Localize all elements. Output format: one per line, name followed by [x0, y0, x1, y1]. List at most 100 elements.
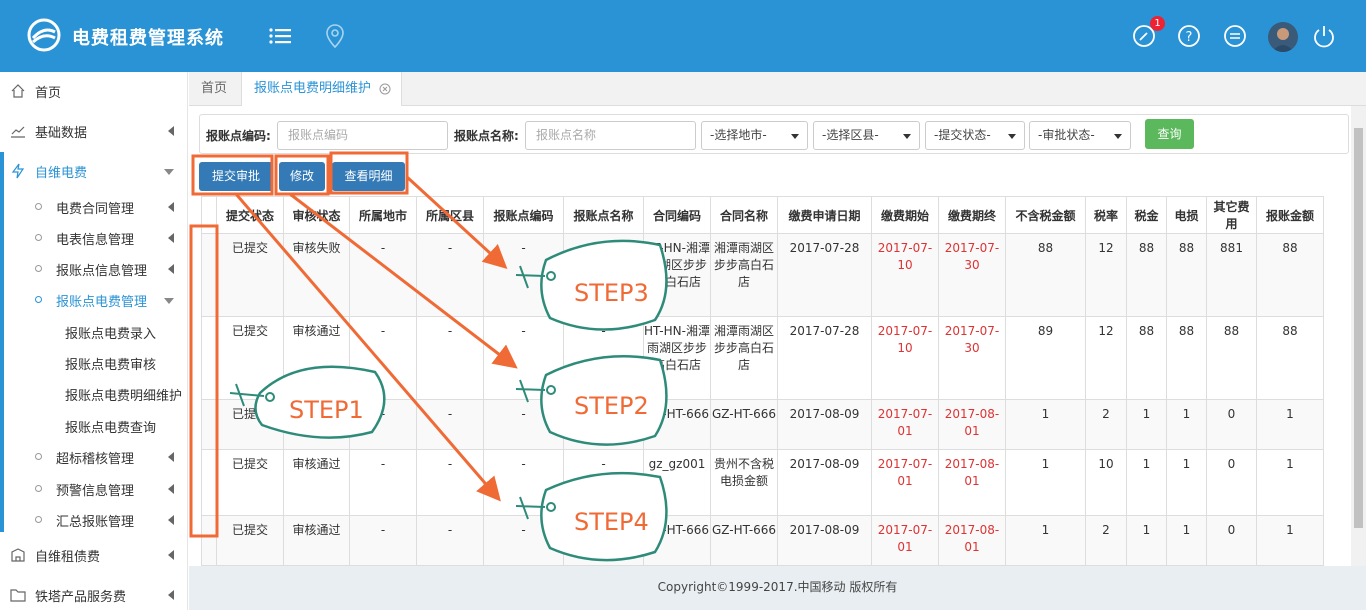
- main-content: 报账点编码: 报账点编码 报账点名称: 报账点名称 -选择地市- -选择区县- …: [189, 106, 1366, 566]
- column-header: 电损: [1166, 196, 1207, 234]
- switch-icon[interactable]: [1221, 22, 1249, 50]
- sidebar-item-contract-mgmt[interactable]: 电费合同管理: [0, 190, 188, 224]
- table-cell: -: [349, 449, 417, 516]
- caret-left-icon: [168, 590, 174, 600]
- table-cell: 88: [1206, 316, 1257, 400]
- sidebar-item-point-fee-mgmt[interactable]: 报账点电费管理: [0, 283, 188, 317]
- help-icon[interactable]: ?: [1175, 22, 1203, 50]
- sidebar-item-rent-fee[interactable]: 自维租债费: [0, 538, 188, 572]
- code-input[interactable]: 报账点编码: [277, 121, 448, 150]
- table-cell: GZ-HT-666: [710, 399, 778, 450]
- table-cell: 2017-08-09: [777, 399, 872, 450]
- sidebar-item-self-maintained-electricity[interactable]: 自维电费: [0, 154, 188, 188]
- svg-text:?: ?: [1186, 30, 1193, 45]
- table-cell: 0: [1206, 449, 1257, 516]
- table-cell: -: [416, 515, 484, 566]
- row-checkbox[interactable]: [201, 316, 217, 400]
- sidebar-item-label: 报账点电费查询: [65, 420, 157, 436]
- caret-down-icon: [164, 298, 174, 304]
- sidebar-item-label: 汇总报账管理: [56, 514, 135, 530]
- table-cell: -: [416, 399, 484, 450]
- sidebar-item-audit-mgmt[interactable]: 超标稽核管理: [0, 440, 188, 474]
- table-cell: GZ-HT-666: [643, 515, 711, 566]
- caret-left-icon: [168, 264, 174, 274]
- table-cell: -: [563, 233, 644, 317]
- caret-left-icon: [168, 452, 174, 462]
- sidebar-item-tower-service-fee[interactable]: 铁塔产品服务费: [0, 578, 188, 612]
- table-cell: 2017-07-01: [871, 399, 939, 450]
- column-header: 所属地市: [349, 196, 417, 234]
- table-cell: 审核通过: [283, 515, 350, 566]
- row-checkbox[interactable]: [201, 449, 217, 516]
- sidebar-item-label: 报账点电费录入: [65, 326, 157, 342]
- table-cell: 2017-08-09: [777, 515, 872, 566]
- query-button[interactable]: 查询: [1145, 119, 1194, 149]
- column-header: 缴费期终: [938, 196, 1006, 234]
- table-cell: -: [563, 316, 644, 400]
- table-row[interactable]: 已提交 审核通过 - - - - GZ-HT-666 GZ-HT-666 2017-08-09 2…: [201, 515, 1324, 566]
- sidebar-item-label: 报账点电费明细维护: [65, 388, 183, 404]
- county-select[interactable]: -选择区县-: [813, 121, 920, 150]
- vertical-scrollbar[interactable]: [1351, 106, 1366, 566]
- sidebar-item-home[interactable]: 首页: [0, 74, 188, 108]
- table-row[interactable]: 已提交 审核失败 - - - - HT-HN-湘潭雨湖区步步高白石店 湘潭雨湖区步步高白石店 2…: [201, 233, 1324, 317]
- table-cell: 2017-07-10: [871, 233, 939, 317]
- row-checkbox[interactable]: [201, 515, 217, 566]
- table-cell: 1: [1166, 515, 1207, 566]
- table-cell: -: [349, 399, 417, 450]
- table-row[interactable]: 已提交 审核通过 - - - - gz_gz001 贵州不含税电损金额 2017-08-09 20…: [201, 449, 1324, 516]
- caret-left-icon: [168, 484, 174, 494]
- checkbox-header[interactable]: [201, 196, 217, 234]
- sidebar-item-fee-query[interactable]: 报账点电费查询: [0, 409, 188, 443]
- table-row[interactable]: 已提交 审核通过 - - - - GZ-HT-666 GZ-HT-666 2017-08-09 2…: [201, 399, 1324, 450]
- tab-home[interactable]: 首页: [189, 72, 239, 106]
- app-title: 电费租费管理系统: [72, 28, 224, 49]
- table-cell: 已提交: [216, 316, 284, 400]
- table-cell: 1: [1126, 515, 1167, 566]
- china-mobile-logo: [27, 18, 61, 52]
- scrollbar-thumb[interactable]: [1354, 128, 1363, 528]
- submit-approval-button[interactable]: 提交审批: [199, 162, 273, 191]
- tab-label: 报账点电费明细维护: [254, 81, 372, 96]
- table-cell: 湘潭雨湖区步步高白石店: [710, 316, 778, 400]
- view-detail-button[interactable]: 查看明细: [332, 162, 405, 191]
- location-pin-icon[interactable]: [321, 22, 349, 50]
- sidebar-item-warning-info[interactable]: 预警信息管理: [0, 472, 188, 506]
- caret-left-icon: [168, 126, 174, 136]
- sidebar-item-meter-info[interactable]: 电表信息管理: [0, 221, 188, 255]
- sidebar-item-label: 报账点电费管理: [56, 294, 148, 310]
- sidebar-item-summary-mgmt[interactable]: 汇总报账管理: [0, 503, 188, 537]
- bullet-icon: [35, 234, 42, 241]
- column-header: 合同编码: [643, 196, 711, 234]
- tab-fee-detail-maintain[interactable]: 报账点电费明细维护: [241, 72, 403, 106]
- city-select[interactable]: -选择地市-: [701, 121, 808, 150]
- user-avatar[interactable]: [1268, 22, 1298, 52]
- table-cell: 审核通过: [283, 316, 350, 400]
- sidebar: 首页 基础数据 自维电费 电费合同管理 电表信息管理 报账点信息管理 报账点电费…: [0, 72, 188, 610]
- power-icon[interactable]: [1310, 22, 1338, 50]
- table-cell: -: [483, 515, 564, 566]
- approve-state-select[interactable]: -审批状态-: [1029, 121, 1131, 150]
- name-input[interactable]: 报账点名称: [525, 121, 696, 150]
- row-checkbox[interactable]: [201, 399, 217, 450]
- row-checkbox[interactable]: [201, 233, 217, 317]
- submit-state-select[interactable]: -提交状态-: [925, 121, 1025, 150]
- close-tab-icon[interactable]: [379, 83, 391, 95]
- edit-button[interactable]: 修改: [279, 162, 325, 191]
- table-cell: 2017-08-01: [938, 399, 1006, 450]
- sidebar-item-point-info[interactable]: 报账点信息管理: [0, 252, 188, 286]
- sidebar-item-label: 基础数据: [35, 125, 88, 141]
- menu-toggle-icon[interactable]: [266, 22, 294, 50]
- table-cell: 2017-07-01: [871, 449, 939, 516]
- sidebar-item-fee-detail-maintain[interactable]: 报账点电费明细维护: [0, 377, 188, 411]
- table-row[interactable]: 已提交 审核通过 - - - - HT-HN-湘潭雨湖区步步高白石店 湘潭雨湖区步步高白石店 2…: [201, 316, 1324, 400]
- table-cell: -: [563, 515, 644, 566]
- table-cell: 审核通过: [283, 399, 350, 450]
- sidebar-item-base-data[interactable]: 基础数据: [0, 114, 188, 148]
- sidebar-item-fee-entry[interactable]: 报账点电费录入: [0, 315, 188, 349]
- table-cell: 2017-07-01: [871, 515, 939, 566]
- column-header: 报账金额: [1256, 196, 1324, 234]
- sidebar-item-fee-review[interactable]: 报账点电费审核: [0, 346, 188, 380]
- table-cell: 88: [1166, 316, 1207, 400]
- column-header: 税金: [1126, 196, 1167, 234]
